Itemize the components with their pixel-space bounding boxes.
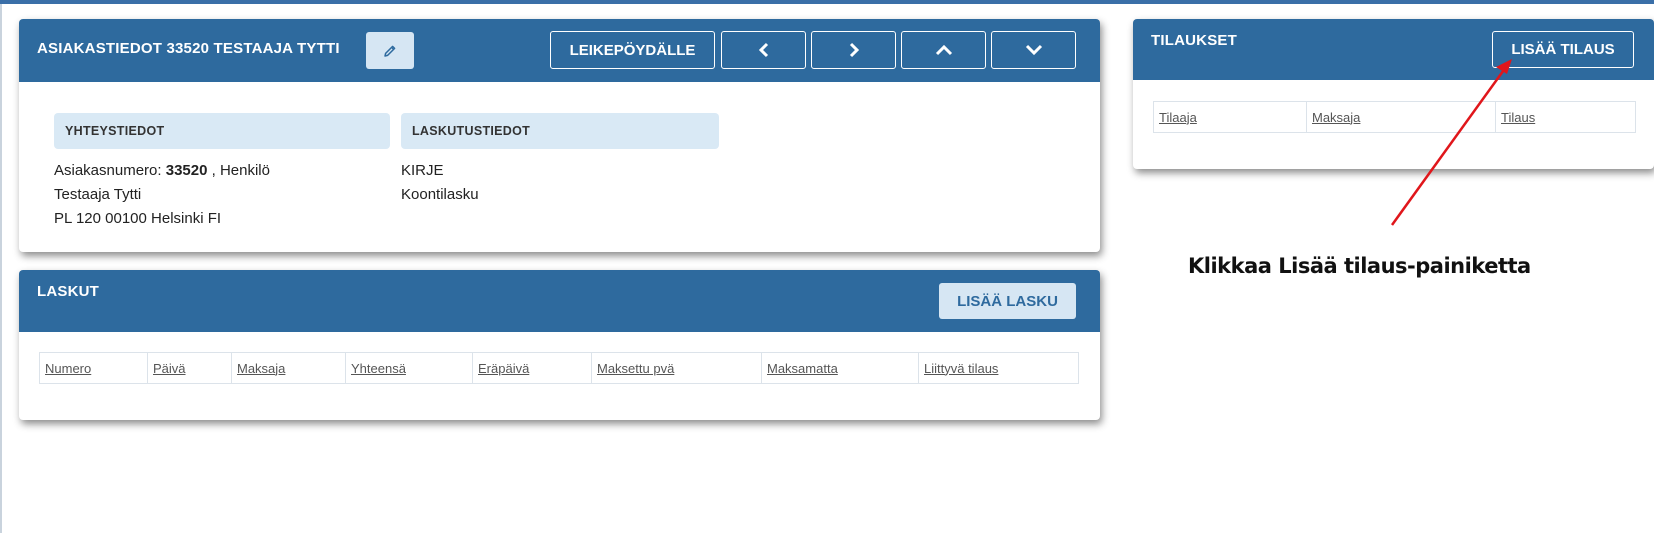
annotation-text: Klikkaa Lisää tilaus-painiketta xyxy=(1188,254,1531,278)
